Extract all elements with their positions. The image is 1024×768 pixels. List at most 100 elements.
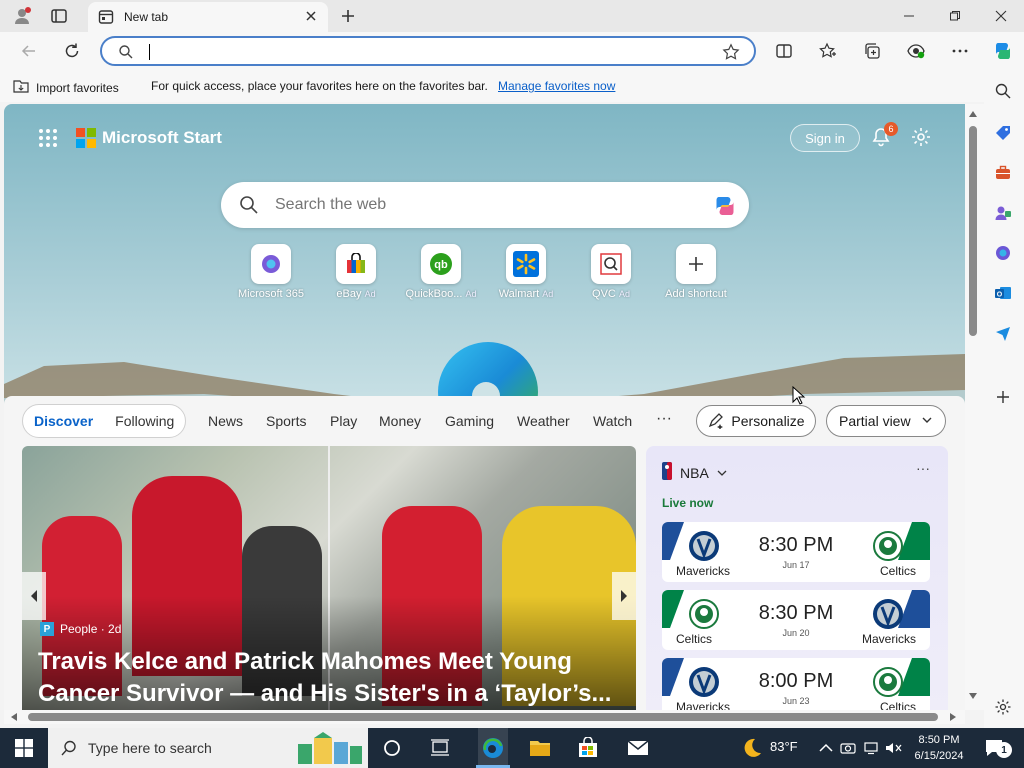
more-tabs-button[interactable]: ··· [656, 410, 672, 428]
close-tab-icon[interactable] [304, 9, 318, 23]
weather-temperature[interactable]: 83°F [770, 739, 798, 754]
personalize-button[interactable]: Personalize [696, 405, 816, 437]
horizontal-scrollbar[interactable] [4, 710, 965, 724]
nba-more-options-button[interactable]: ··· [916, 460, 930, 476]
tab-play[interactable]: Play [330, 413, 357, 429]
tab-actions-icon[interactable] [50, 7, 68, 25]
close-window-button[interactable] [978, 0, 1024, 32]
carousel-prev-button[interactable] [22, 572, 46, 620]
tab-gaming[interactable]: Gaming [445, 413, 494, 429]
refresh-button[interactable] [61, 40, 83, 62]
tab-news[interactable]: News [208, 413, 243, 429]
ad-label: Ad [465, 289, 477, 299]
file-explorer-icon[interactable] [528, 736, 552, 760]
carousel-next-button[interactable] [612, 572, 636, 620]
games-icon[interactable] [992, 202, 1014, 224]
copilot-icon[interactable] [990, 38, 1016, 64]
app-launcher-icon[interactable] [38, 128, 58, 148]
game-card[interactable]: 8:30 PM Jun 20 Celtics Mavericks [662, 590, 930, 650]
game-card[interactable]: 8:00 PM Jun 23 Mavericks Celtics [662, 658, 930, 710]
address-input[interactable] [154, 42, 714, 62]
browser-toolbar [0, 32, 1024, 70]
split-screen-icon[interactable] [774, 41, 794, 61]
people-source-icon: P [40, 622, 54, 636]
shortcut-microsoft-365[interactable]: Microsoft 365 [228, 244, 314, 300]
more-menu-icon[interactable] [950, 41, 970, 61]
hero-article-card[interactable]: P People · 2d Travis Kelce and Patrick M… [22, 446, 636, 710]
scroll-right-arrow-icon[interactable] [949, 713, 957, 721]
task-view-icon[interactable] [428, 736, 452, 760]
mail-icon[interactable] [626, 736, 650, 760]
shortcut-quickbooks[interactable]: qb QuickBoo... Ad [398, 244, 484, 300]
nba-logo-icon [662, 462, 672, 483]
nba-card-header[interactable]: NBA [662, 462, 727, 483]
team-left: Mavericks [676, 700, 731, 710]
minimize-button[interactable] [886, 0, 932, 32]
network-icon[interactable] [860, 736, 884, 760]
import-favorites-button[interactable]: Import favorites [12, 78, 119, 97]
news-feed: Discover Following News Sports Play Mone… [4, 396, 965, 710]
favorites-bar-message: For quick access, place your favorites h… [151, 79, 488, 93]
new-tab-page: Microsoft Start Sign in 6 Microsoft 365 … [4, 104, 965, 710]
shortcut-ebay[interactable]: eBay Ad [313, 244, 399, 300]
send-icon[interactable] [992, 322, 1014, 344]
add-shortcut-button[interactable]: Add shortcut [653, 244, 739, 300]
restore-button[interactable] [932, 0, 978, 32]
tab-money[interactable]: Money [379, 413, 421, 429]
add-sidebar-app-icon[interactable] [992, 386, 1014, 408]
vertical-scroll-thumb[interactable] [969, 126, 977, 336]
tab-weather[interactable]: Weather [517, 413, 570, 429]
horizontal-scroll-thumb[interactable] [28, 713, 938, 721]
tab-following[interactable]: Following [104, 413, 185, 429]
sign-in-button[interactable]: Sign in [790, 124, 860, 152]
tab-sports[interactable]: Sports [266, 413, 306, 429]
favorite-star-icon[interactable] [722, 43, 740, 61]
address-bar[interactable] [100, 36, 756, 66]
windows-start-icon[interactable] [12, 736, 36, 760]
brand-title[interactable]: Microsoft Start [102, 128, 222, 148]
favorites-icon[interactable] [818, 41, 838, 61]
sidebar-settings-icon[interactable] [992, 696, 1014, 718]
microsoft-365-icon[interactable] [992, 242, 1014, 264]
game-card[interactable]: 8:30 PM Jun 17 Mavericks Celtics [662, 522, 930, 582]
web-search-input[interactable] [275, 194, 695, 216]
personalize-label: Personalize [731, 413, 805, 429]
shortcut-qvc[interactable]: QVC Ad [568, 244, 654, 300]
page-settings-gear-icon[interactable] [910, 126, 932, 148]
scroll-left-arrow-icon[interactable] [10, 713, 18, 721]
web-search-box[interactable] [221, 182, 749, 228]
clock-time: 8:50 PM [918, 734, 960, 746]
sidebar-search-icon[interactable] [992, 80, 1014, 102]
manage-favorites-link[interactable]: Manage favorites now [498, 79, 615, 93]
tab-new-tab[interactable]: New tab [88, 2, 328, 32]
shopping-tag-icon[interactable] [992, 122, 1014, 144]
tab-watch[interactable]: Watch [593, 413, 632, 429]
view-mode-select[interactable]: Partial view [826, 405, 946, 437]
shortcut-walmart[interactable]: Walmart Ad [483, 244, 569, 300]
hero-headline[interactable]: Travis Kelce and Patrick Mahomes Meet Yo… [38, 646, 628, 710]
new-tab-button[interactable] [338, 6, 358, 26]
tools-briefcase-icon[interactable] [992, 162, 1014, 184]
live-now-label: Live now [662, 496, 714, 510]
cortana-icon[interactable] [380, 736, 404, 760]
scroll-down-arrow-icon[interactable] [968, 692, 978, 700]
collections-icon[interactable] [862, 41, 882, 61]
outlook-icon[interactable]: O [992, 282, 1014, 304]
system-clock[interactable]: 8:50 PM 6/15/2024 [906, 732, 972, 764]
copilot-search-icon[interactable] [711, 192, 739, 220]
back-button[interactable] [18, 40, 40, 62]
taskbar-edge-icon[interactable] [478, 728, 508, 768]
taskbar-search-box[interactable]: Type here to search [48, 728, 368, 768]
clock-date: 6/15/2024 [914, 750, 964, 762]
volume-muted-icon[interactable] [882, 736, 906, 760]
show-hidden-icons-chevron-up-icon[interactable] [814, 736, 838, 760]
meet-now-camera-icon[interactable] [836, 736, 860, 760]
svg-text:O: O [997, 292, 1003, 299]
profile-icon[interactable] [12, 6, 32, 26]
vertical-scrollbar[interactable] [965, 104, 984, 710]
scroll-up-arrow-icon[interactable] [968, 110, 978, 118]
browser-essentials-icon[interactable] [906, 41, 926, 61]
tab-discover[interactable]: Discover [23, 413, 104, 429]
microsoft-store-icon[interactable] [576, 736, 600, 760]
weather-moon-icon[interactable] [740, 736, 764, 760]
